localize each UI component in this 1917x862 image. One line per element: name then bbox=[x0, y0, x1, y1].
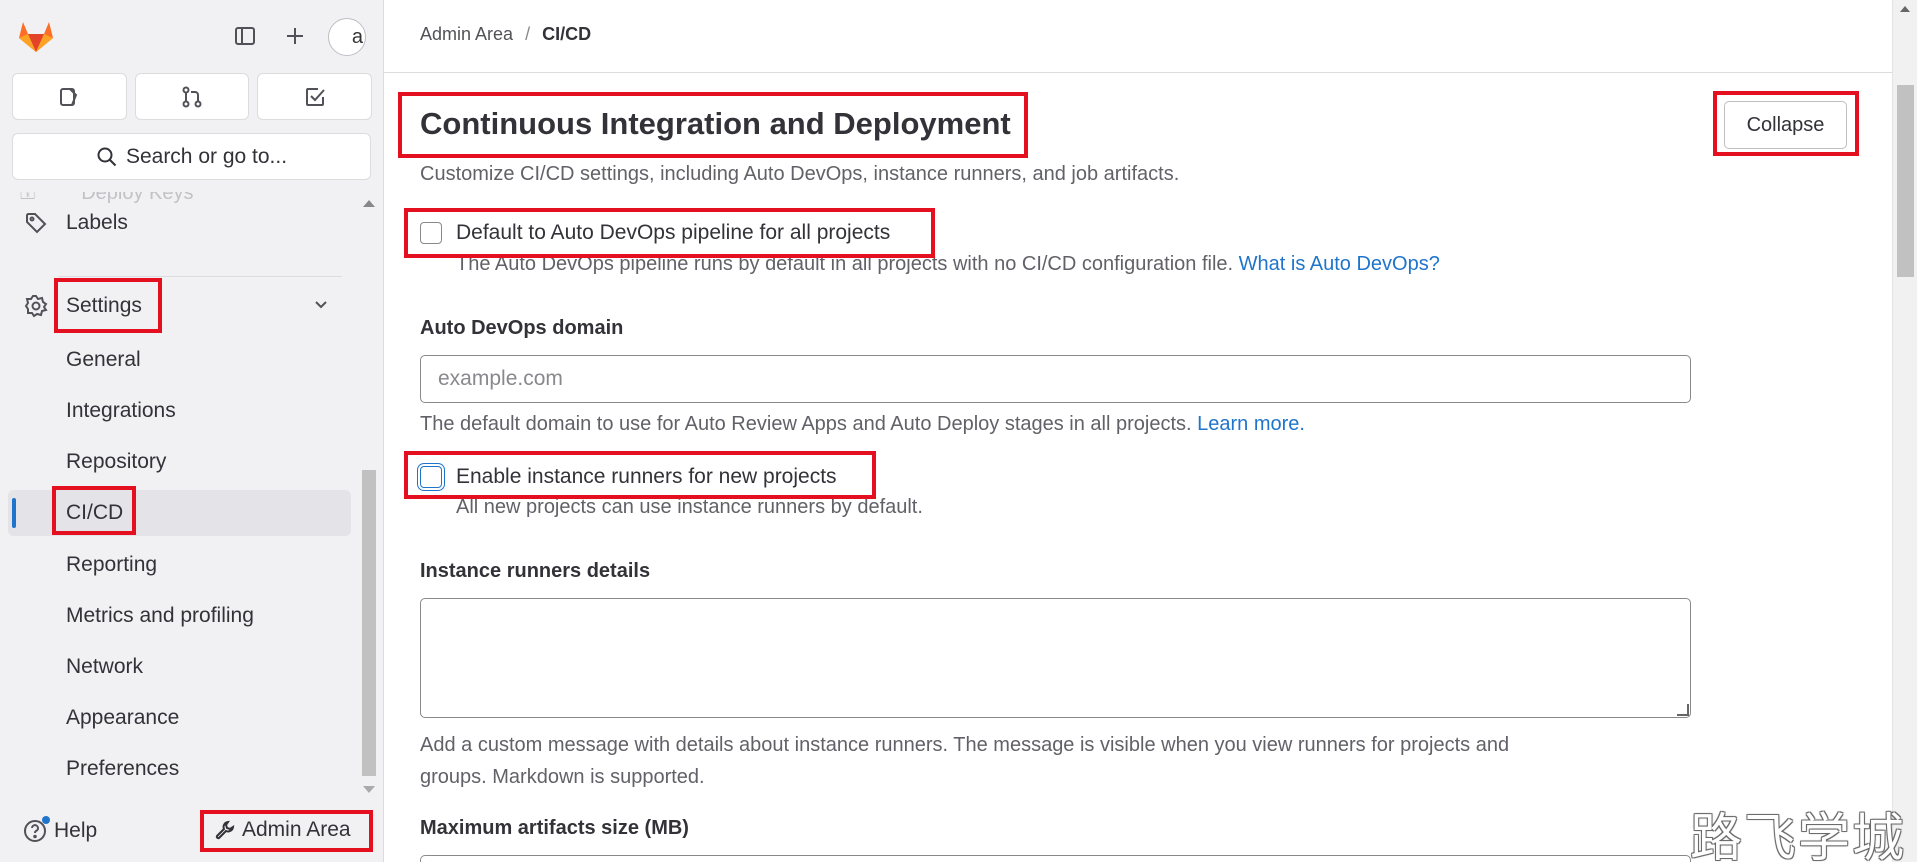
help-button[interactable]: Help bbox=[22, 816, 98, 844]
sidebar-scrollbar[interactable] bbox=[358, 192, 380, 793]
auto-devops-label[interactable]: Default to Auto DevOps pipeline for all … bbox=[456, 221, 890, 245]
sidebar-item-integrations[interactable]: Integrations bbox=[8, 388, 351, 434]
sidebar-item-label: Labels bbox=[66, 211, 128, 234]
issues-button[interactable] bbox=[12, 73, 127, 120]
gear-icon bbox=[22, 292, 50, 320]
domain-help-text: The default domain to use for Auto Revie… bbox=[420, 413, 1192, 435]
textarea-resize-handle[interactable] bbox=[1677, 704, 1689, 716]
collapse-button[interactable]: Collapse bbox=[1724, 101, 1847, 149]
instance-runners-label[interactable]: Enable instance runners for new projects bbox=[456, 465, 837, 489]
auto-devops-help-text: The Auto DevOps pipeline runs by default… bbox=[456, 253, 1234, 275]
auto-devops-domain-input[interactable] bbox=[420, 355, 1691, 403]
instance-runners-checkbox-row[interactable]: Enable instance runners for new projects bbox=[420, 462, 837, 492]
sidebar-item-general[interactable]: General bbox=[8, 337, 351, 383]
sidebar-nav: ⚿ Deploy Keys Labels Settings General In… bbox=[0, 192, 354, 790]
section-title: Continuous Integration and Deployment bbox=[420, 106, 1011, 141]
sidebar-item-label: Metrics and profiling bbox=[66, 604, 254, 627]
learn-more-link[interactable]: Learn more. bbox=[1197, 413, 1305, 435]
instance-runners-help: All new projects can use instance runner… bbox=[456, 496, 923, 518]
search-icon bbox=[97, 147, 117, 166]
page-scroll-thumb[interactable] bbox=[1897, 85, 1914, 277]
watermark: 路飞学城 bbox=[1690, 809, 1907, 862]
label-icon bbox=[22, 209, 50, 237]
search-button[interactable]: Search or go to... bbox=[12, 133, 371, 180]
instance-runners-checkbox[interactable] bbox=[420, 466, 442, 488]
sidebar-item-repository[interactable]: Repository bbox=[8, 439, 351, 485]
sidebar-item-label: Preferences bbox=[66, 757, 180, 780]
runner-details-textarea[interactable] bbox=[420, 598, 1691, 718]
sidebar-item-label: Appearance bbox=[66, 706, 180, 729]
nav-divider bbox=[58, 276, 342, 277]
breadcrumb: Admin Area / CI/CD bbox=[420, 24, 591, 45]
plus-icon[interactable] bbox=[281, 22, 309, 50]
sidebar-item-network[interactable]: Network bbox=[8, 644, 351, 690]
issues-icon bbox=[60, 87, 78, 106]
sidebar: a Search or go to... ⚿ Deploy Keys Label… bbox=[0, 0, 384, 862]
sidebar-item-labels[interactable]: Labels bbox=[8, 200, 351, 246]
wrench-icon bbox=[215, 820, 235, 840]
sidebar-scroll-thumb[interactable] bbox=[362, 470, 376, 776]
scroll-up-arrow-icon[interactable] bbox=[1900, 6, 1910, 12]
merge-request-icon bbox=[182, 86, 202, 107]
breadcrumb-current: CI/CD bbox=[542, 24, 592, 44]
breadcrumb-separator: / bbox=[525, 24, 531, 44]
notification-dot bbox=[42, 816, 50, 824]
runner-details-help: Add a custom message with details about … bbox=[420, 729, 1509, 793]
auto-devops-checkbox[interactable] bbox=[420, 222, 442, 244]
sidebar-item-label: Integrations bbox=[66, 399, 176, 422]
help-icon bbox=[22, 816, 50, 844]
sidebar-quick-actions bbox=[12, 73, 373, 120]
section-description: Customize CI/CD settings, including Auto… bbox=[420, 163, 1180, 185]
search-label: Search or go to... bbox=[125, 144, 288, 168]
scroll-down-arrow-icon[interactable] bbox=[363, 786, 375, 793]
merge-requests-button[interactable] bbox=[134, 73, 250, 120]
sidebar-item-cicd[interactable]: CI/CD bbox=[8, 490, 351, 536]
sidebar-item-label: Settings bbox=[66, 294, 142, 317]
sidebar-footer: Help Admin Area bbox=[0, 806, 384, 862]
scroll-up-arrow-icon[interactable] bbox=[363, 200, 375, 207]
auto-devops-domain-label: Auto DevOps domain bbox=[420, 317, 624, 339]
sidebar-item-metrics-and-profiling[interactable]: Metrics and profiling bbox=[8, 593, 351, 639]
sidebar-item-label: Network bbox=[66, 655, 144, 678]
auto-devops-checkbox-row[interactable]: Default to Auto DevOps pipeline for all … bbox=[420, 218, 890, 248]
max-artifacts-label: Maximum artifacts size (MB) bbox=[420, 817, 689, 839]
sidebar-item-appearance[interactable]: Appearance bbox=[8, 695, 351, 741]
sidebar-item-label: CI/CD bbox=[66, 501, 124, 524]
what-is-auto-devops-link[interactable]: What is Auto DevOps? bbox=[1239, 253, 1440, 275]
gitlab-logo-icon[interactable] bbox=[16, 16, 56, 56]
todos-button[interactable] bbox=[257, 73, 373, 120]
auto-devops-help: The Auto DevOps pipeline runs by default… bbox=[456, 253, 1440, 276]
domain-help: The default domain to use for Auto Revie… bbox=[420, 413, 1305, 436]
page-scrollbar[interactable] bbox=[1892, 0, 1917, 862]
sidebar-item-label: Reporting bbox=[66, 553, 158, 576]
sidebar-header: a bbox=[0, 0, 384, 70]
admin-area-label: Admin Area bbox=[242, 818, 351, 841]
header-divider bbox=[384, 72, 1892, 73]
runner-details-help-line: groups. Markdown is supported. bbox=[420, 766, 705, 788]
sidebar-item-reporting[interactable]: Reporting bbox=[8, 542, 351, 588]
sidebar-item-settings[interactable]: Settings bbox=[8, 283, 351, 329]
sidebar-toggle-icon[interactable] bbox=[231, 22, 259, 50]
todo-icon bbox=[305, 87, 325, 106]
avatar-alt-text: a bbox=[351, 25, 363, 48]
admin-area-link[interactable]: Admin Area bbox=[214, 818, 351, 842]
main-content: Admin Area / CI/CD Continuous Integratio… bbox=[384, 0, 1892, 862]
sidebar-item-preferences[interactable]: Preferences bbox=[8, 746, 351, 790]
chevron-down-icon bbox=[313, 294, 329, 318]
help-label: Help bbox=[54, 819, 98, 842]
sidebar-item-label: General bbox=[66, 348, 141, 371]
sidebar-item-label: Repository bbox=[66, 450, 167, 473]
runner-details-help-line: Add a custom message with details about … bbox=[420, 734, 1510, 756]
max-artifacts-input[interactable] bbox=[420, 855, 1691, 862]
runner-details-label: Instance runners details bbox=[420, 560, 651, 582]
breadcrumb-admin-area[interactable]: Admin Area bbox=[420, 24, 513, 45]
avatar[interactable]: a bbox=[328, 18, 366, 56]
